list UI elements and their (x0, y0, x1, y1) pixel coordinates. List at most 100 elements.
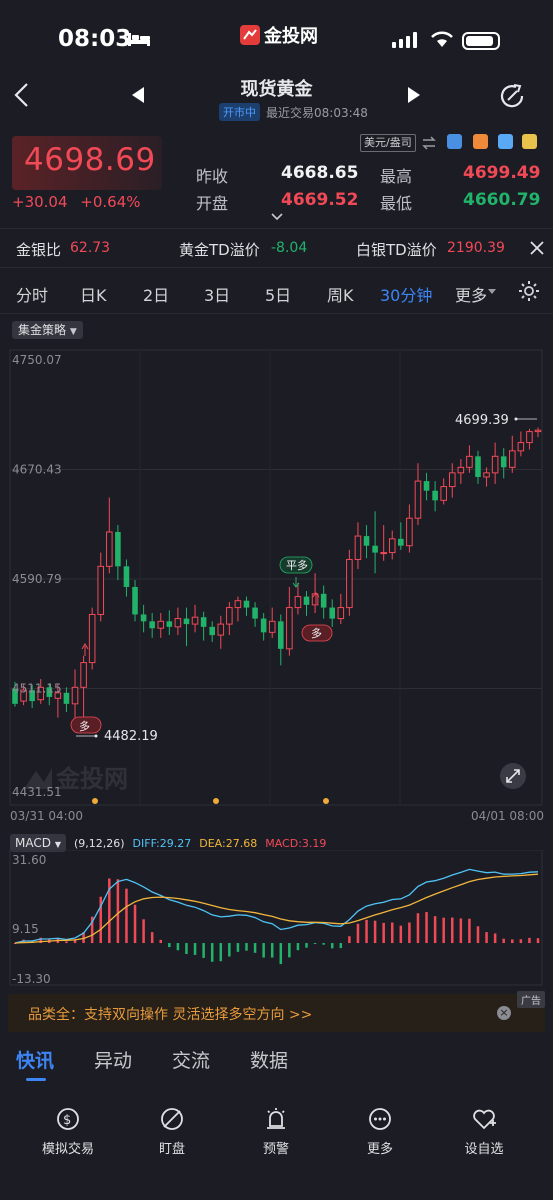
candle-body (311, 593, 319, 606)
macd-bar (451, 917, 454, 944)
candle-body (226, 607, 233, 625)
clock-tool-icon[interactable] (498, 134, 513, 149)
macd-params: (9,12,26) (73, 836, 125, 850)
strategy-selector[interactable]: 集金策略 ▼ (12, 321, 83, 339)
ad-close-icon[interactable]: × (497, 1006, 511, 1020)
candle-body (500, 456, 507, 468)
swap-unit-icon[interactable] (422, 136, 436, 150)
macd-chart[interactable]: 31.60 9.15 -13.30 (0, 850, 553, 990)
more-dropdown-icon (488, 289, 496, 294)
tab-3day[interactable]: 3日 (204, 282, 230, 306)
macd-bar (390, 922, 394, 944)
nav-simulated-trading[interactable]: $ 模拟交易 (28, 1106, 108, 1157)
info-tool-icon[interactable] (473, 134, 488, 149)
y-axis-tick-label: 4511.15 (12, 682, 62, 696)
next-product-icon[interactable] (406, 86, 422, 104)
gold-silver-ratio-label: 金银比 (16, 241, 62, 259)
candle-body (132, 586, 138, 615)
macd-bar (193, 943, 197, 955)
macd-bar (408, 922, 411, 944)
candles (12, 427, 542, 721)
candle-body (200, 617, 207, 627)
macd-bar (305, 943, 308, 948)
macd-diff: DIFF:29.27 (132, 836, 192, 850)
candle-body (406, 517, 413, 547)
candle-body (243, 600, 250, 608)
nav-label: 模拟交易 (41, 1142, 94, 1157)
close-icon[interactable] (529, 240, 545, 256)
min-price-label: 4482.19 (104, 729, 158, 744)
candle-body (508, 450, 516, 468)
refresh-icon[interactable] (498, 82, 526, 110)
candle-body (294, 596, 302, 609)
tab-weekly-k[interactable]: 周K (327, 282, 354, 306)
candle-body (475, 456, 481, 477)
high-label: 最高 (380, 167, 413, 186)
macd-bar (202, 943, 205, 958)
candle-body (71, 686, 79, 705)
macd-bar (442, 917, 445, 944)
candle-body (466, 455, 473, 468)
note-tool-icon[interactable] (522, 134, 537, 149)
unit-selector[interactable]: 美元/盎司 (360, 134, 416, 152)
candle-body (106, 531, 113, 567)
open-value: 4669.52 (281, 190, 359, 210)
tab-daily-k[interactable]: 日K (80, 282, 107, 306)
tab-more[interactable]: 更多 (455, 282, 487, 306)
tab-flash-news[interactable]: 快讯 (16, 1046, 54, 1073)
tab-movers[interactable]: 异动 (94, 1046, 132, 1073)
tab-2day[interactable]: 2日 (143, 282, 169, 306)
macd-bar (348, 936, 351, 944)
tab-intraday[interactable]: 分时 (16, 282, 48, 306)
candle-body (252, 607, 258, 619)
nav-watch[interactable]: 盯盘 (132, 1106, 212, 1157)
nav-label: 设自选 (464, 1142, 504, 1157)
macd-bar (399, 925, 403, 944)
tab-community[interactable]: 交流 (172, 1046, 210, 1073)
macd-bar (270, 943, 274, 958)
settings-gear-icon[interactable] (518, 280, 540, 302)
nav-add-watchlist[interactable]: 设自选 (444, 1106, 524, 1157)
sleep-mode-icon (128, 33, 150, 46)
page-title: 现货黄金 (240, 79, 313, 100)
expand-quote-icon[interactable] (270, 212, 284, 222)
price-change: +30.04 +0.64% (12, 193, 141, 211)
macd-bar (459, 918, 463, 944)
tab-5day[interactable]: 5日 (265, 282, 291, 306)
more-dots-icon (369, 1108, 391, 1130)
candle-body (260, 618, 267, 633)
macd-bar (416, 913, 420, 944)
nav-alert[interactable]: 预警 (236, 1106, 316, 1157)
candle-body (234, 600, 242, 609)
candle-body (457, 466, 465, 474)
macd-bar (373, 920, 377, 944)
candle-body (123, 566, 130, 587)
ad-text[interactable]: 品类全：支持双向操作 灵活选择多空方向 >> (28, 1004, 312, 1024)
y-axis-tick-label: 4431.51 (12, 785, 62, 799)
prev-close-label: 昨收 (196, 167, 229, 186)
candlestick-chart[interactable]: 金投网 4750.074670.434590.794511.154431.51 … (0, 346, 553, 821)
fullscreen-button (500, 763, 526, 789)
nav-more[interactable]: 更多 (340, 1106, 420, 1157)
macd-ytick-top: 31.60 (12, 853, 46, 867)
bottom-toolbar: $ 模拟交易 盯盘 预警 更多 设自选 (0, 1098, 553, 1200)
max-annotation: 4699.39 (455, 413, 537, 428)
candle-body (380, 552, 387, 555)
tab-30min[interactable]: 30分钟 (380, 282, 432, 306)
tab-data[interactable]: 数据 (250, 1046, 288, 1073)
market-status-line: 开市中 最近交易08:03:48 (219, 103, 368, 121)
macd-bar (519, 939, 523, 944)
percent-tool-icon[interactable] (447, 134, 462, 149)
signal-close-long-label: 平多 (286, 558, 308, 572)
status-time: 08:03 (58, 26, 132, 52)
cellular-signal-icon (392, 32, 417, 48)
candle-body (157, 620, 165, 629)
signal-close-long: 平多 (279, 556, 313, 588)
ad-banner[interactable]: 品类全：支持双向操作 灵活选择多空方向 >> × 广告 (8, 991, 545, 1032)
current-price: 4698.69 (24, 142, 156, 178)
alert-bell-icon (267, 1108, 285, 1129)
diff-line (14, 868, 539, 944)
candle-body (320, 593, 327, 608)
candle-body (423, 481, 430, 491)
macd-bar (288, 943, 291, 958)
